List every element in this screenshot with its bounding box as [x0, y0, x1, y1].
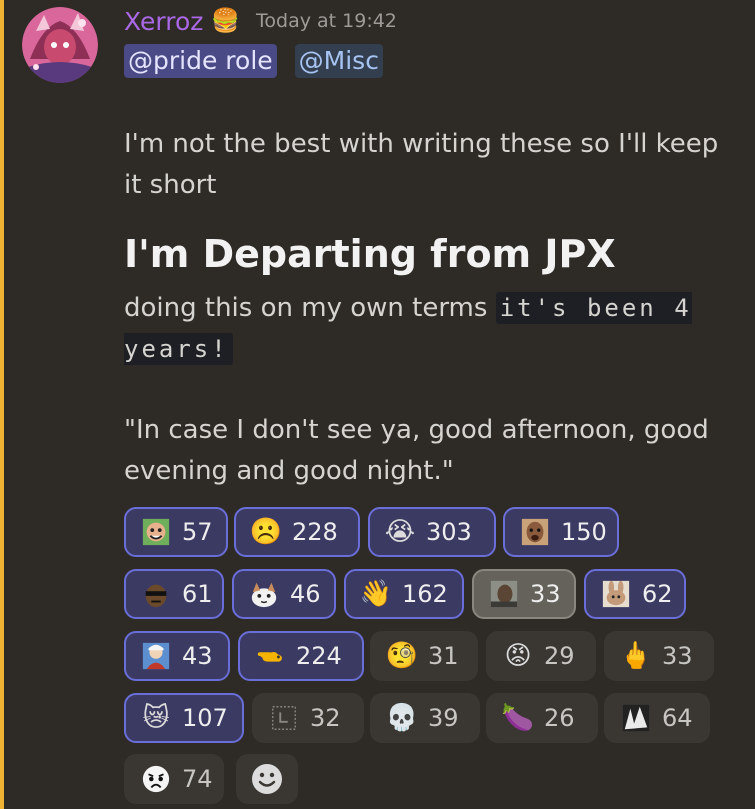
custom-photo-person-icon [488, 578, 520, 610]
reaction-count: 62 [642, 580, 673, 608]
message-header: Xerroz 🍔 Today at 19:42 [124, 4, 397, 38]
custom-rabbit-icon [600, 578, 632, 610]
custom-sad-face-icon [140, 763, 172, 795]
chat-message: Xerroz 🍔 Today at 19:42 @pride role @Mis… [0, 0, 755, 809]
custom-cat-icon [248, 578, 280, 610]
reaction-count: 162 [402, 580, 448, 608]
hamburger-icon: 🍔 [211, 7, 241, 34]
reaction-button[interactable]: 🖕 33 [604, 631, 714, 681]
message-paragraph: I'm not the best with writing these so I… [124, 129, 719, 200]
role-mention[interactable]: @pride role [124, 44, 277, 78]
reaction-button[interactable]: 😿 107 [124, 693, 244, 743]
channel-mention[interactable]: @Misc [294, 44, 383, 78]
reaction-button[interactable]: ☹️ 228 [234, 507, 360, 557]
middle-finger-icon: 🖕 [619, 641, 653, 671]
custom-loss-icon [268, 702, 300, 734]
reaction-count: 46 [290, 580, 321, 608]
reaction-count: 57 [182, 518, 213, 546]
timestamp[interactable]: Today at 19:42 [256, 10, 397, 32]
reaction-button[interactable]: 🍆 26 [486, 693, 598, 743]
add-reaction-smiley-icon [252, 764, 282, 794]
reaction-button[interactable]: 💀 39 [370, 693, 480, 743]
skull-icon: 💀 [385, 703, 419, 733]
avatar-image [22, 7, 98, 83]
reaction-button[interactable]: 😭 303 [368, 507, 496, 557]
reaction-count: 303 [426, 518, 472, 546]
reaction-button[interactable]: 43 [124, 631, 230, 681]
reaction-button[interactable]: 61 [124, 569, 224, 619]
reaction-count: 39 [428, 704, 459, 732]
waving-hand-icon: 👋 [359, 579, 393, 609]
reaction-count: 31 [428, 642, 459, 670]
custom-face-icon [140, 516, 172, 548]
reaction-button[interactable]: 33 [472, 569, 576, 619]
reaction-button[interactable]: 57 [124, 507, 228, 557]
reaction-count: 26 [544, 704, 575, 732]
reaction-button[interactable]: 32 [252, 693, 364, 743]
reaction-button[interactable]: 64 [604, 693, 710, 743]
mentions-row: @pride role @Misc [124, 44, 383, 78]
reaction-count: 150 [561, 518, 607, 546]
reaction-count: 224 [296, 642, 342, 670]
custom-crying-person-icon [519, 516, 551, 548]
reaction-count: 61 [182, 580, 213, 608]
reaction-button[interactable]: 👋 162 [344, 569, 464, 619]
reaction-count: 33 [662, 642, 693, 670]
reaction-button[interactable]: 62 [584, 569, 686, 619]
reaction-button[interactable]: 🧐 31 [370, 631, 478, 681]
add-reaction-button[interactable] [236, 754, 298, 804]
crying-cat-face-icon: 😿 [142, 703, 170, 733]
reaction-count: 33 [530, 580, 561, 608]
reaction-count: 228 [292, 518, 338, 546]
reaction-count: 29 [544, 642, 575, 670]
paragraph-text: doing this on my own terms [124, 293, 496, 323]
enraged-face-icon: 😡 [504, 641, 532, 671]
avatar[interactable] [22, 7, 98, 83]
custom-pointing-hand-icon [254, 640, 286, 672]
frowning-face-icon: ☹️ [249, 517, 283, 547]
loudly-crying-face-icon: 😭 [384, 517, 416, 547]
message-heading: I'm Departing from JPX [124, 232, 616, 276]
eggplant-icon: 🍆 [501, 703, 535, 733]
custom-bw-image-icon [620, 702, 652, 734]
author-name[interactable]: Xerroz [124, 7, 203, 36]
reaction-count: 64 [662, 704, 693, 732]
reaction-count: 74 [182, 765, 213, 793]
face-with-monocle-icon: 🧐 [385, 641, 419, 671]
reaction-button[interactable]: 150 [503, 507, 619, 557]
quote-paragraph: "In case I don't see ya, good afternoon,… [124, 415, 709, 486]
reaction-count: 107 [182, 704, 228, 732]
custom-anime-character-icon [140, 640, 172, 672]
reaction-count: 43 [182, 642, 213, 670]
reaction-button[interactable]: 46 [232, 569, 336, 619]
reaction-count: 32 [310, 704, 341, 732]
custom-sunglasses-face-icon [140, 578, 172, 610]
message-paragraph: doing this on my own terms it's been 4 y… [124, 288, 724, 370]
reaction-button[interactable]: 224 [238, 631, 364, 681]
reaction-button[interactable]: 😡 29 [486, 631, 596, 681]
reaction-button[interactable]: 74 [124, 754, 224, 804]
